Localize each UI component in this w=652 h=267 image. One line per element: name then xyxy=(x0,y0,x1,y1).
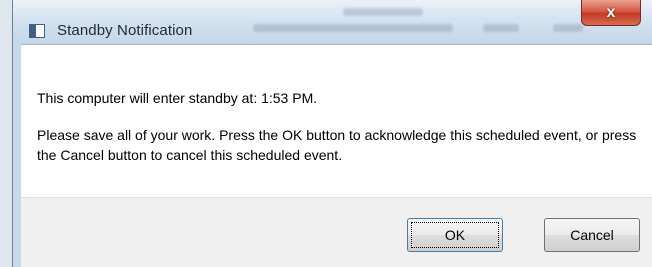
title-bar[interactable]: Standby Notification x xyxy=(13,0,652,44)
message-area: This computer will enter standby at: 1:5… xyxy=(21,44,652,197)
blurred-background xyxy=(193,2,623,42)
standby-time-message: This computer will enter standby at: 1:5… xyxy=(37,90,318,106)
ok-button-label: OK xyxy=(444,227,466,243)
button-bar: OK Cancel xyxy=(21,197,652,267)
cancel-button[interactable]: Cancel xyxy=(544,218,640,252)
close-button[interactable]: x xyxy=(581,0,641,26)
window-app-icon xyxy=(29,24,45,38)
dialog-window: Standby Notification x This computer wil… xyxy=(12,0,652,267)
instructions-message: Please save all of your work. Press the … xyxy=(37,127,637,163)
ok-button[interactable]: OK xyxy=(407,218,503,252)
close-icon: x xyxy=(606,4,616,21)
cancel-button-label: Cancel xyxy=(570,227,614,243)
window-title: Standby Notification xyxy=(57,22,193,39)
